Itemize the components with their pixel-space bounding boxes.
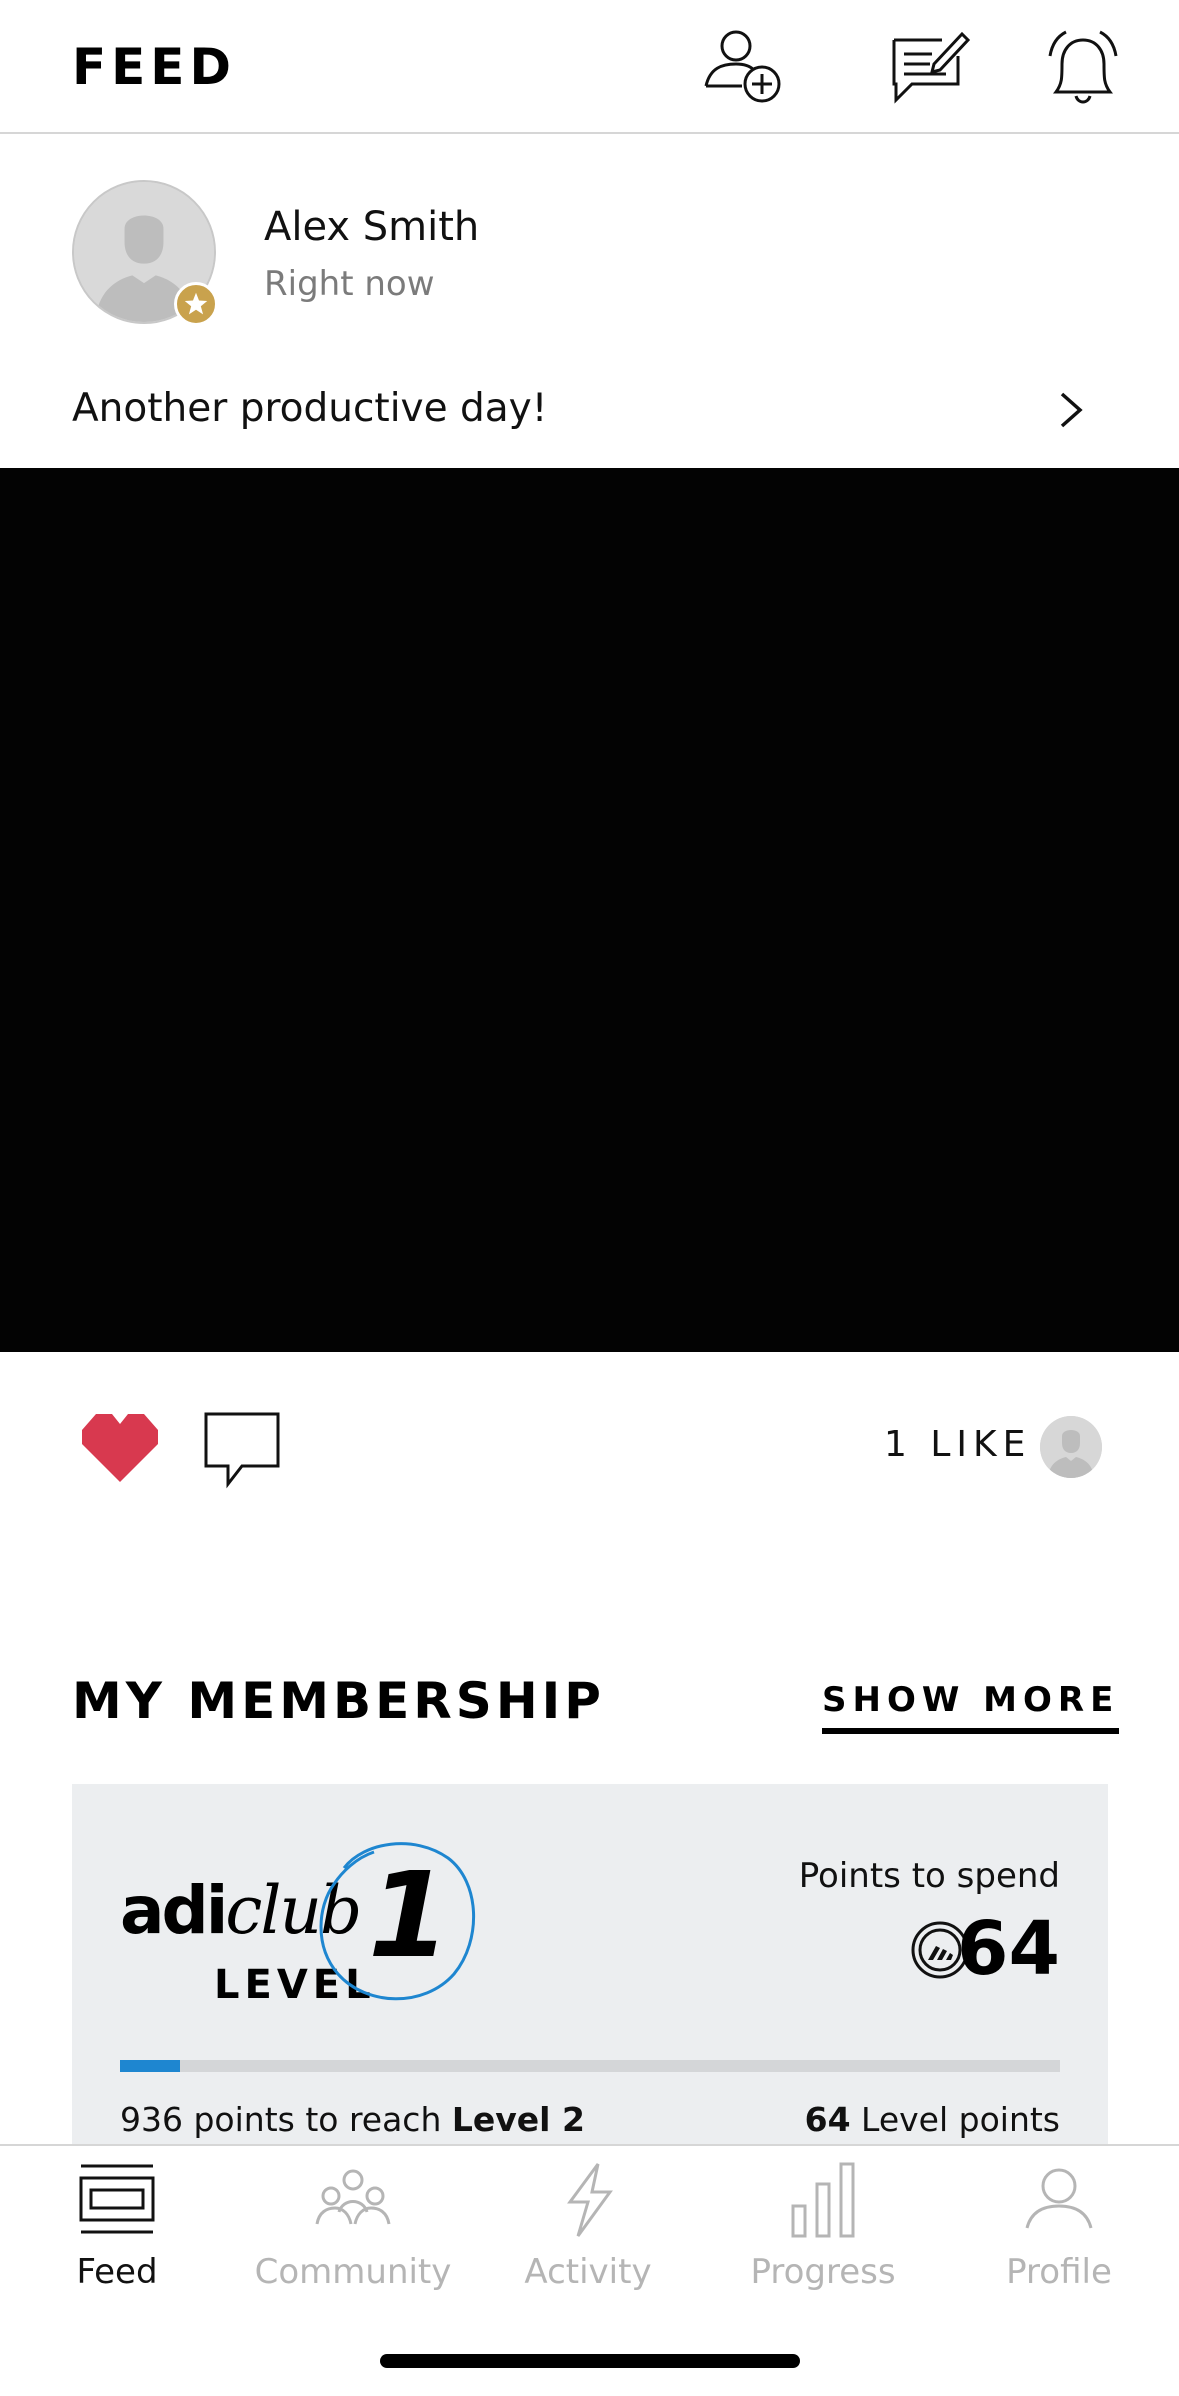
points-to-spend-value: 64 <box>957 1906 1060 1992</box>
feed-screen: FEED Alex Smith Right now Another produc… <box>0 0 1179 2396</box>
level-progress-fill <box>120 2060 181 2072</box>
add-friend-icon[interactable] <box>700 26 790 110</box>
chevron-right-icon[interactable] <box>1054 386 1090 434</box>
person-silhouette-icon <box>1040 1416 1102 1478</box>
tab-profile[interactable]: Profile <box>959 2160 1159 2310</box>
notifications-icon[interactable] <box>1038 26 1128 110</box>
page-title: FEED <box>72 38 236 96</box>
tab-activity[interactable]: Activity <box>488 2160 688 2310</box>
level-number: 1 <box>368 1846 451 1984</box>
top-bar: FEED <box>0 0 1179 134</box>
tab-label: Feed <box>76 2252 158 2292</box>
points-to-reach: 936 points to reach Level 2 <box>120 2100 585 2139</box>
feed-icon <box>79 2164 155 2234</box>
post-author-avatar[interactable] <box>72 180 218 326</box>
profile-icon <box>1025 2168 1093 2229</box>
post-text[interactable]: Another productive day! <box>72 386 547 431</box>
level-points-value: 64 <box>804 2100 851 2139</box>
comment-icon[interactable] <box>202 1410 282 1490</box>
tab-label: Community <box>254 2252 452 2292</box>
post-image[interactable] <box>0 468 1179 1352</box>
like-heart-icon[interactable] <box>78 1410 162 1484</box>
tab-community[interactable]: Community <box>253 2160 453 2310</box>
community-icon <box>315 2169 391 2225</box>
tab-label: Profile <box>1006 2252 1112 2292</box>
level-points-label: Level points <box>850 2100 1060 2139</box>
post-author-name[interactable]: Alex Smith <box>264 204 479 250</box>
star-badge-icon <box>174 282 218 326</box>
level-progress-bar <box>120 2060 1060 2072</box>
level-points: 64 Level points <box>805 2100 1060 2139</box>
post-timestamp: Right now <box>264 264 435 304</box>
tab-label: Activity <box>524 2252 652 2292</box>
liker-avatar[interactable] <box>1040 1416 1102 1478</box>
points-to-reach-text: 936 points to reach <box>120 2100 452 2139</box>
activity-icon <box>567 2163 613 2237</box>
likes-count[interactable]: 1 LIKE <box>884 1424 1031 1465</box>
next-level-name: Level 2 <box>451 2100 585 2139</box>
tab-progress[interactable]: Progress <box>723 2160 923 2310</box>
home-indicator[interactable] <box>380 2354 800 2368</box>
tab-feed[interactable]: Feed <box>17 2160 217 2310</box>
show-more-link[interactable]: SHOW MORE <box>822 1680 1120 1734</box>
compose-post-icon[interactable] <box>884 26 974 110</box>
progress-icon <box>791 2162 855 2238</box>
membership-card[interactable]: adiclub LEVEL 1 Points to spend 64 936 p… <box>72 1784 1108 2144</box>
points-to-spend-label: Points to spend <box>798 1856 1060 1896</box>
section-title-membership: MY MEMBERSHIP <box>72 1672 605 1730</box>
logo-adi: adi <box>120 1872 228 1949</box>
tab-label: Progress <box>750 2252 896 2292</box>
